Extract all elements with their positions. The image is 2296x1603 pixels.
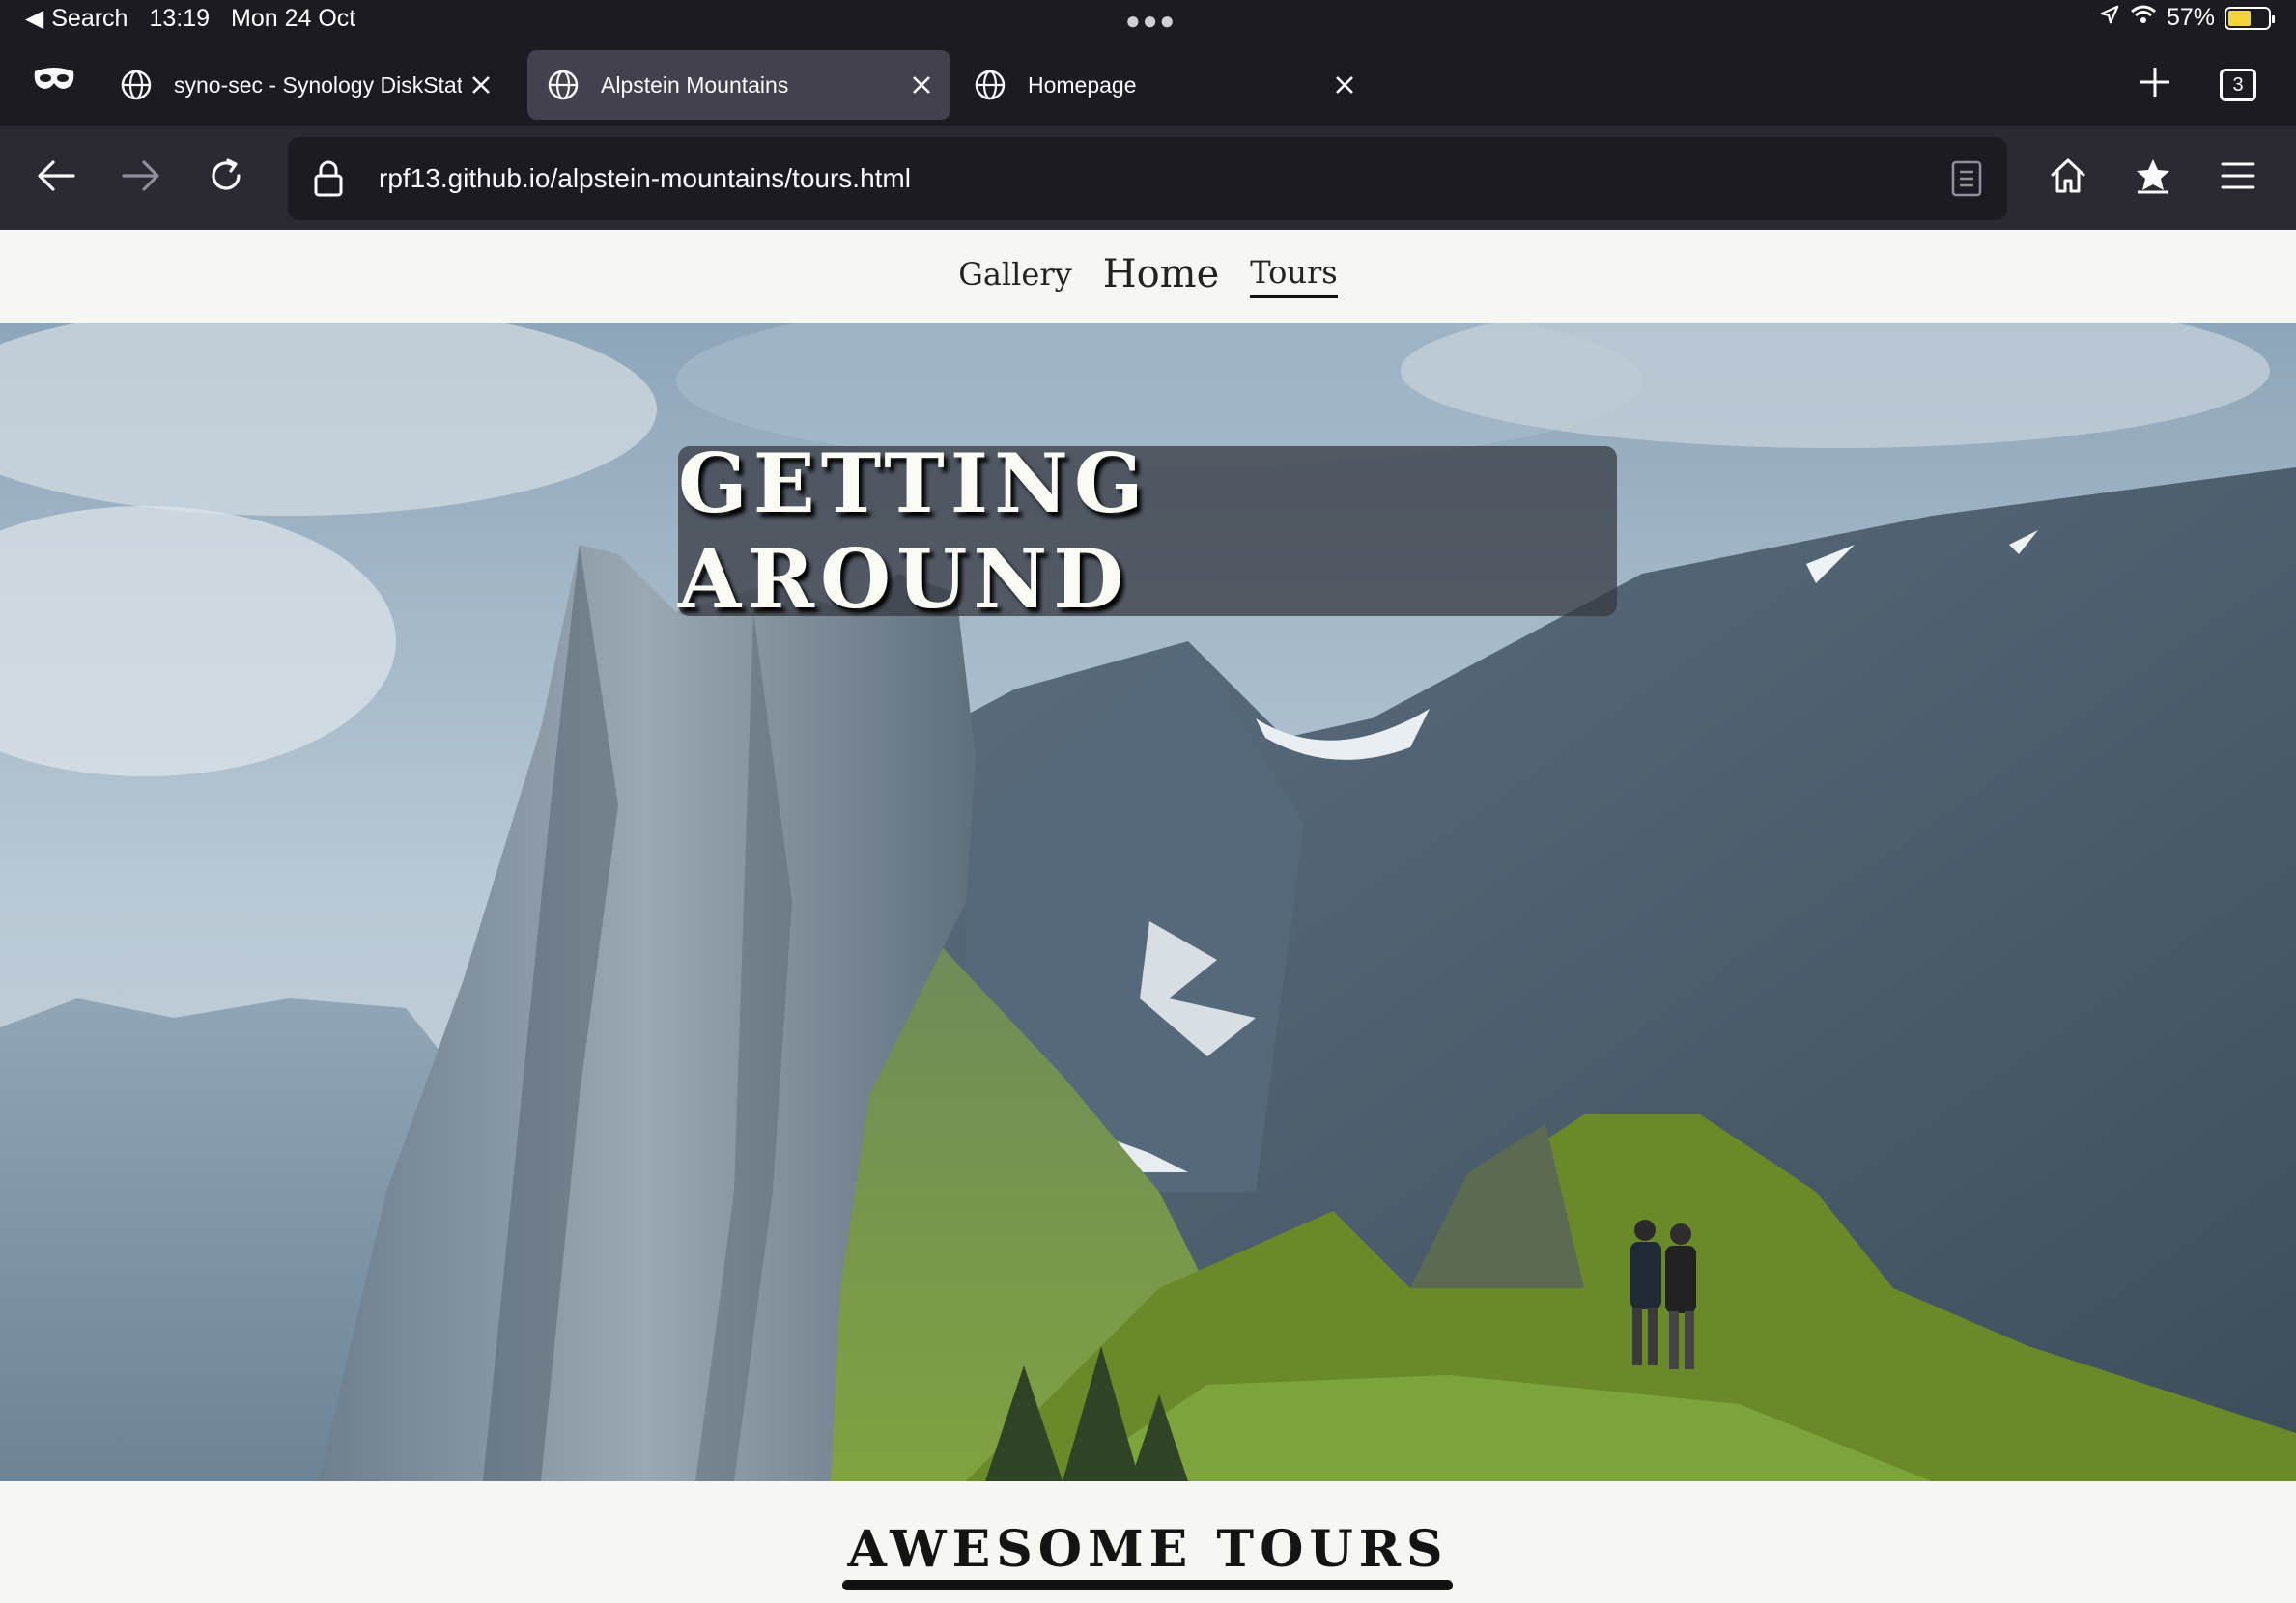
- close-icon[interactable]: [462, 66, 500, 104]
- globe-icon: [974, 69, 1006, 101]
- hero-title-box: GETTING AROUND: [678, 436, 1617, 627]
- battery-icon: [2225, 6, 2275, 30]
- hero-banner: GETTING AROUND: [0, 323, 2296, 1481]
- browser-toolbar: rpf13.github.io/alpstein-mountains/tours…: [0, 126, 2296, 230]
- home-button[interactable]: [2041, 151, 2095, 205]
- reader-view-icon[interactable]: [1951, 160, 1982, 197]
- nav-link-gallery[interactable]: Gallery: [958, 256, 1071, 296]
- forward-button[interactable]: [114, 151, 168, 205]
- battery-level: [2228, 10, 2251, 26]
- status-bar: ◀ Search 13:19 Mon 24 Oct ●●● 57%: [0, 0, 2296, 37]
- wifi-icon: [2130, 4, 2157, 32]
- tab-title: Alpstein Mountains: [601, 71, 789, 98]
- tab-count-button[interactable]: 3: [2220, 69, 2256, 101]
- new-tab-button[interactable]: [2133, 62, 2177, 106]
- url-text[interactable]: rpf13.github.io/alpstein-mountains/tours…: [379, 163, 1951, 194]
- section-underline: [842, 1580, 1453, 1590]
- tab-title: Homepage: [1028, 71, 1137, 98]
- tab-title: syno-sec - Synology DiskStat: [174, 71, 462, 98]
- nav-link-home[interactable]: Home: [1103, 252, 1220, 300]
- multitasking-dots-icon[interactable]: ●●●: [1125, 6, 1176, 36]
- nav-link-tours[interactable]: Tours: [1250, 254, 1338, 298]
- back-app-label: Search: [51, 4, 128, 32]
- menu-icon: [2221, 160, 2255, 196]
- lock-icon[interactable]: [313, 159, 344, 198]
- close-icon[interactable]: [1325, 66, 1364, 104]
- globe-icon: [120, 69, 153, 101]
- site-nav: Gallery Home Tours: [0, 230, 2296, 323]
- tab-homepage[interactable]: Homepage: [954, 50, 1374, 120]
- back-triangle-icon: ◀: [25, 5, 44, 32]
- reload-icon: [207, 156, 245, 200]
- battery-percent: 57%: [2166, 4, 2215, 31]
- close-icon[interactable]: [902, 66, 941, 104]
- plus-icon: [2139, 66, 2171, 103]
- back-arrow-icon: [37, 159, 75, 197]
- reload-button[interactable]: [199, 151, 253, 205]
- forward-arrow-icon: [122, 159, 160, 197]
- section-title: AWESOME TOURS: [847, 1520, 1449, 1579]
- globe-icon: [547, 69, 580, 101]
- back-to-app-button[interactable]: ◀ Search: [25, 4, 128, 33]
- back-button[interactable]: [29, 151, 83, 205]
- bookmark-star-icon: [2134, 156, 2172, 200]
- address-bar[interactable]: rpf13.github.io/alpstein-mountains/tours…: [288, 137, 2007, 220]
- status-time: 13:19: [149, 4, 211, 32]
- bookmarks-button[interactable]: [2126, 151, 2180, 205]
- web-page: Gallery Home Tours GETTING AROUND AWESOM…: [0, 230, 2296, 1603]
- tab-synology[interactable]: syno-sec - Synology DiskStat: [100, 50, 510, 120]
- main-menu-button[interactable]: [2211, 151, 2265, 205]
- location-icon: [2099, 4, 2120, 32]
- hero-title: GETTING AROUND: [678, 436, 1149, 627]
- tab-strip: syno-sec - Synology DiskStat Alpstein Mo…: [0, 37, 2296, 126]
- private-mask-icon[interactable]: [33, 66, 75, 98]
- home-icon: [2049, 156, 2087, 200]
- status-date: Mon 24 Oct: [231, 4, 356, 32]
- tab-alpstein[interactable]: Alpstein Mountains: [527, 50, 950, 120]
